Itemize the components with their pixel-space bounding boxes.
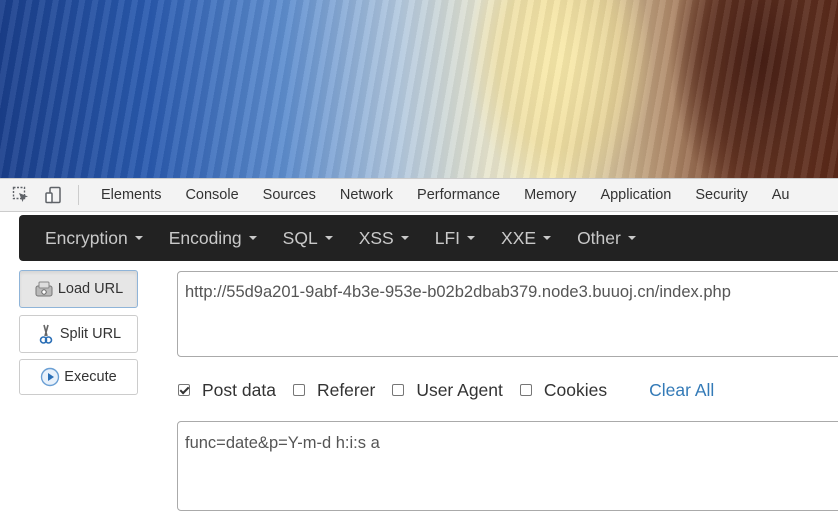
scissors-icon (36, 324, 56, 344)
menu-sql-label: SQL (282, 227, 318, 248)
cookies-label: Cookies (543, 379, 608, 400)
toolbar-divider (78, 185, 79, 205)
execute-button[interactable]: Execute (19, 359, 138, 395)
user-agent-label: User Agent (416, 379, 503, 400)
caret-down-icon (400, 236, 409, 240)
load-url-icon (34, 279, 54, 299)
menu-encoding[interactable]: Encoding (156, 228, 270, 249)
tab-security[interactable]: Security (683, 178, 759, 212)
options-row: Post data Referer User Agent Cookies Cle… (177, 376, 714, 404)
menu-lfi[interactable]: LFI (422, 228, 488, 249)
tab-memory[interactable]: Memory (512, 178, 588, 212)
split-url-button[interactable]: Split URL (19, 315, 138, 353)
menu-xxe[interactable]: XXE (488, 228, 564, 249)
user-agent-checkbox[interactable] (392, 384, 405, 396)
referer-label: Referer (316, 379, 376, 400)
menu-other[interactable]: Other (564, 228, 649, 249)
post-data-checkbox[interactable] (178, 384, 190, 396)
url-value: http://55d9a201-9abf-4b3e-953e-b02b2dbab… (185, 283, 731, 301)
referer-checkbox[interactable] (292, 384, 305, 396)
menu-encryption[interactable]: Encryption (19, 228, 156, 249)
image-texture (0, 0, 838, 178)
caret-down-icon (134, 236, 143, 240)
devtools-tab-bar: Elements Console Sources Network Perform… (0, 178, 838, 212)
post-data-option[interactable]: Post data (177, 380, 276, 401)
inspect-element-icon[interactable] (11, 185, 31, 205)
menu-encryption-label: Encryption (45, 227, 128, 248)
device-toolbar-icon[interactable] (44, 185, 64, 205)
menu-xss[interactable]: XSS (346, 228, 422, 249)
execute-label: Execute (64, 369, 117, 385)
tab-application[interactable]: Application (588, 178, 683, 212)
caret-down-icon (324, 236, 333, 240)
cookies-checkbox[interactable] (519, 384, 532, 396)
tab-network[interactable]: Network (328, 178, 405, 212)
menu-encoding-label: Encoding (168, 227, 242, 248)
cookies-option[interactable]: Cookies (519, 380, 607, 401)
clear-all-link[interactable]: Clear All (649, 380, 714, 401)
tab-performance[interactable]: Performance (405, 178, 512, 212)
post-data-value: func=date&p=Y-m-d h:i:s a (185, 434, 380, 452)
caret-down-icon (627, 236, 636, 240)
hackbar-menu: Encryption Encoding SQL XSS LFI XXE Othe… (19, 215, 838, 261)
post-data-label: Post data (202, 379, 276, 400)
post-data-textarea[interactable]: func=date&p=Y-m-d h:i:s a (177, 421, 838, 511)
tab-elements[interactable]: Elements (89, 178, 173, 212)
user-agent-option[interactable]: User Agent (391, 380, 503, 401)
page-background-image (0, 0, 838, 178)
caret-down-icon (248, 236, 257, 240)
devtools-tabs: Elements Console Sources Network Perform… (89, 178, 802, 212)
menu-lfi-label: LFI (434, 227, 461, 248)
caret-down-icon (467, 236, 476, 240)
caret-down-icon (543, 236, 552, 240)
url-textarea[interactable]: http://55d9a201-9abf-4b3e-953e-b02b2dbab… (177, 271, 838, 357)
menu-other-label: Other (577, 227, 621, 248)
split-url-label: Split URL (59, 326, 122, 342)
play-icon (40, 367, 60, 387)
menu-sql[interactable]: SQL (270, 228, 346, 249)
load-url-label: Load URL (57, 281, 124, 297)
tab-console[interactable]: Console (173, 178, 250, 212)
menu-xss-label: XSS (358, 227, 394, 248)
load-url-button[interactable]: Load URL (19, 270, 138, 308)
tab-sources[interactable]: Sources (251, 178, 328, 212)
tab-audits[interactable]: Au (760, 178, 802, 212)
menu-xxe-label: XXE (501, 227, 537, 248)
referer-option[interactable]: Referer (292, 380, 375, 401)
